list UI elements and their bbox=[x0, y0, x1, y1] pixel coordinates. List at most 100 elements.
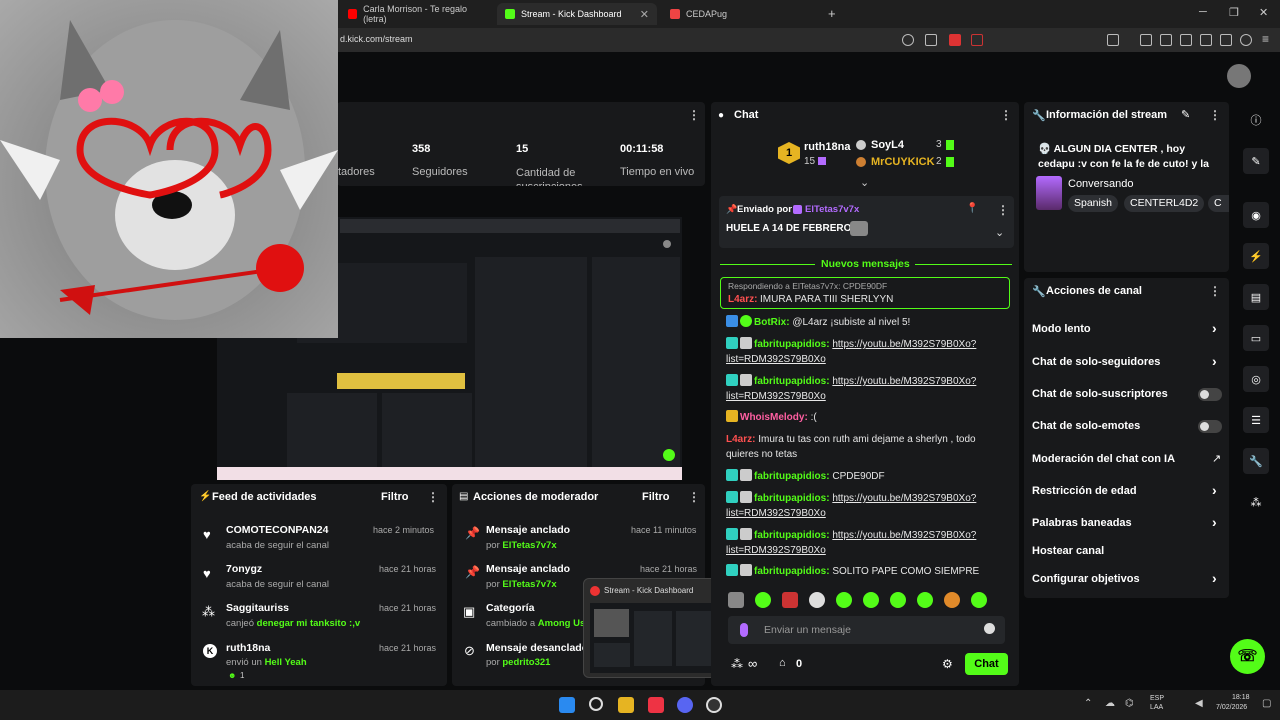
feed-item-name[interactable]: Saggitauriss bbox=[226, 602, 289, 614]
chat-icon[interactable]: ▭ bbox=[1243, 325, 1269, 351]
brave-browser-icon[interactable] bbox=[648, 697, 664, 713]
category-name[interactable]: Conversando bbox=[1068, 178, 1133, 190]
chat-author[interactable]: BotRix: bbox=[754, 317, 790, 328]
user-avatar[interactable] bbox=[1227, 64, 1251, 88]
emotes-only-toggle[interactable] bbox=[1198, 420, 1222, 433]
chat-settings-icon[interactable]: ⚙ bbox=[942, 657, 953, 671]
channel-actions-menu-icon[interactable]: ⋮ bbox=[1209, 284, 1221, 298]
pinned-author[interactable]: ElTetas7v7x bbox=[805, 204, 859, 215]
activity-menu-icon[interactable]: ⋮ bbox=[427, 490, 439, 504]
brave-shield-icon[interactable] bbox=[949, 34, 961, 46]
close-window-icon[interactable]: ✕ bbox=[1259, 6, 1268, 19]
wallet-icon[interactable] bbox=[1200, 34, 1212, 46]
infinity-icon[interactable]: ∞ bbox=[748, 656, 757, 671]
lightning-icon[interactable]: ⚡ bbox=[1243, 243, 1269, 269]
chat-author[interactable]: fabritupapidios: bbox=[754, 530, 830, 541]
support-chat-button[interactable]: ☏ bbox=[1230, 639, 1265, 674]
onedrive-icon[interactable]: ☁ bbox=[1105, 698, 1115, 709]
emote-icon[interactable] bbox=[809, 592, 825, 608]
chat-menu-icon[interactable]: ⋮ bbox=[1000, 108, 1012, 122]
host-channel-item[interactable]: Hostear canal bbox=[1032, 545, 1104, 557]
tray-chevron-icon[interactable]: ⌃ bbox=[1084, 698, 1092, 709]
feed-item-name[interactable]: 7onygz bbox=[226, 563, 262, 575]
ai-moderation-item[interactable]: Moderación del chat con IA bbox=[1032, 453, 1175, 465]
network-icon[interactable]: ⌬ bbox=[1125, 698, 1134, 709]
tag-chip[interactable]: Spanish bbox=[1068, 195, 1118, 212]
share-icon[interactable] bbox=[925, 34, 937, 46]
subscribers-only-toggle[interactable] bbox=[1198, 388, 1222, 401]
chevron-right-icon[interactable]: › bbox=[1212, 514, 1217, 530]
clock-time[interactable]: 18:18 bbox=[1232, 694, 1250, 701]
search-icon[interactable] bbox=[589, 697, 603, 711]
mod-menu-icon[interactable]: ⋮ bbox=[688, 490, 700, 504]
chevron-right-icon[interactable]: › bbox=[1212, 482, 1217, 498]
notifications-icon[interactable]: ▢ bbox=[1262, 698, 1271, 709]
emote-icon[interactable] bbox=[836, 592, 852, 608]
leader-name[interactable]: MrCUYKICK bbox=[871, 156, 935, 168]
download-icon[interactable] bbox=[1140, 34, 1152, 46]
maximize-icon[interactable]: ❐ bbox=[1229, 6, 1239, 19]
points-icon[interactable]: ⁂ bbox=[1243, 489, 1269, 515]
language-indicator[interactable]: ESP bbox=[1150, 695, 1164, 702]
list-icon[interactable]: ☰ bbox=[1243, 407, 1269, 433]
tag-chip[interactable]: C bbox=[1208, 195, 1229, 212]
chat-author[interactable]: WhoisMelody: bbox=[740, 412, 808, 423]
followers-only-item[interactable]: Chat de solo-seguidores bbox=[1032, 356, 1160, 368]
tab-kick-dashboard[interactable]: Stream - Kick Dashboard ✕ bbox=[497, 3, 657, 25]
tools-icon[interactable]: 🔧 bbox=[1243, 448, 1269, 474]
chat-input-placeholder[interactable]: Enviar un mensaje bbox=[764, 624, 851, 636]
goals-item[interactable]: Configurar objetivos bbox=[1032, 573, 1140, 585]
emote-icon[interactable] bbox=[971, 592, 987, 608]
url-field[interactable]: d.kick.com/stream bbox=[340, 34, 413, 44]
chat-author[interactable]: fabritupapidios: bbox=[754, 339, 830, 350]
tab-cedapug[interactable]: CEDAPug bbox=[662, 3, 817, 25]
chevron-right-icon[interactable]: › bbox=[1212, 353, 1217, 369]
emote-icon[interactable] bbox=[728, 592, 744, 608]
file-explorer-icon[interactable] bbox=[618, 697, 634, 713]
mod-filter-button[interactable]: Filtro bbox=[642, 491, 670, 503]
activity-filter-button[interactable]: Filtro bbox=[381, 491, 409, 503]
tab-carla-morrison[interactable]: Carla Morrison - Te regalo (letra) bbox=[340, 3, 490, 25]
mic-icon[interactable] bbox=[740, 623, 748, 637]
leo-icon[interactable] bbox=[1220, 34, 1232, 46]
windows-start-icon[interactable] bbox=[559, 697, 575, 713]
mod-sub-highlight[interactable]: pedrito321 bbox=[502, 657, 550, 668]
category-thumbnail[interactable] bbox=[1036, 176, 1062, 210]
tag-chip[interactable]: CENTERL4D2 bbox=[1124, 195, 1205, 212]
emotes-only-item[interactable]: Chat de solo-emotes bbox=[1032, 420, 1140, 432]
emote-icon[interactable] bbox=[755, 592, 771, 608]
zoom-icon[interactable] bbox=[902, 34, 914, 46]
emote-icon[interactable] bbox=[782, 592, 798, 608]
emote-icon[interactable] bbox=[863, 592, 879, 608]
gift-icon[interactable]: ⌂ bbox=[779, 657, 786, 669]
emote-icon[interactable] bbox=[917, 592, 933, 608]
chat-author[interactable]: fabritupapidios: bbox=[754, 376, 830, 387]
volume-icon[interactable]: ◀ bbox=[1195, 698, 1203, 709]
new-tab-button[interactable]: + bbox=[828, 6, 836, 21]
subscribers-only-item[interactable]: Chat de solo-suscriptores bbox=[1032, 388, 1168, 400]
points-icon[interactable]: ⁂ bbox=[731, 657, 743, 671]
chat-author[interactable]: fabritupapidios: bbox=[754, 493, 830, 504]
mod-sub-highlight[interactable]: Among Us bbox=[538, 618, 586, 629]
reading-list-icon[interactable] bbox=[1180, 34, 1192, 46]
banned-words-item[interactable]: Palabras baneadas bbox=[1032, 517, 1132, 529]
collapse-icon[interactable]: ⌄ bbox=[860, 176, 869, 189]
emoji-icon[interactable] bbox=[984, 623, 995, 634]
clock-date[interactable]: 7/02/2026 bbox=[1216, 704, 1247, 711]
chat-author[interactable]: fabritupapidios: bbox=[754, 566, 830, 577]
leader-name[interactable]: SoyL4 bbox=[871, 139, 904, 151]
mod-sub-highlight[interactable]: ElTetas7v7x bbox=[502, 579, 556, 590]
stream-info-menu-icon[interactable]: ⋮ bbox=[1209, 108, 1221, 122]
obs-icon[interactable] bbox=[706, 697, 722, 713]
feed-item-name[interactable]: ruth18na bbox=[226, 642, 270, 654]
age-restriction-item[interactable]: Restricción de edad bbox=[1032, 485, 1137, 497]
external-link-icon[interactable]: ↗ bbox=[1212, 452, 1221, 465]
extensions-icon[interactable] bbox=[1160, 34, 1172, 46]
chevron-right-icon[interactable]: › bbox=[1212, 320, 1217, 336]
brave-rewards-icon[interactable] bbox=[971, 34, 983, 46]
close-tab-icon[interactable]: ✕ bbox=[640, 8, 649, 21]
region-indicator[interactable]: LAA bbox=[1150, 704, 1163, 711]
taskbar-thumbnail-popup[interactable]: Stream - Kick Dashboard ✕ bbox=[583, 578, 726, 678]
sidebar-icon[interactable] bbox=[1107, 34, 1119, 46]
discord-icon[interactable] bbox=[677, 697, 693, 713]
